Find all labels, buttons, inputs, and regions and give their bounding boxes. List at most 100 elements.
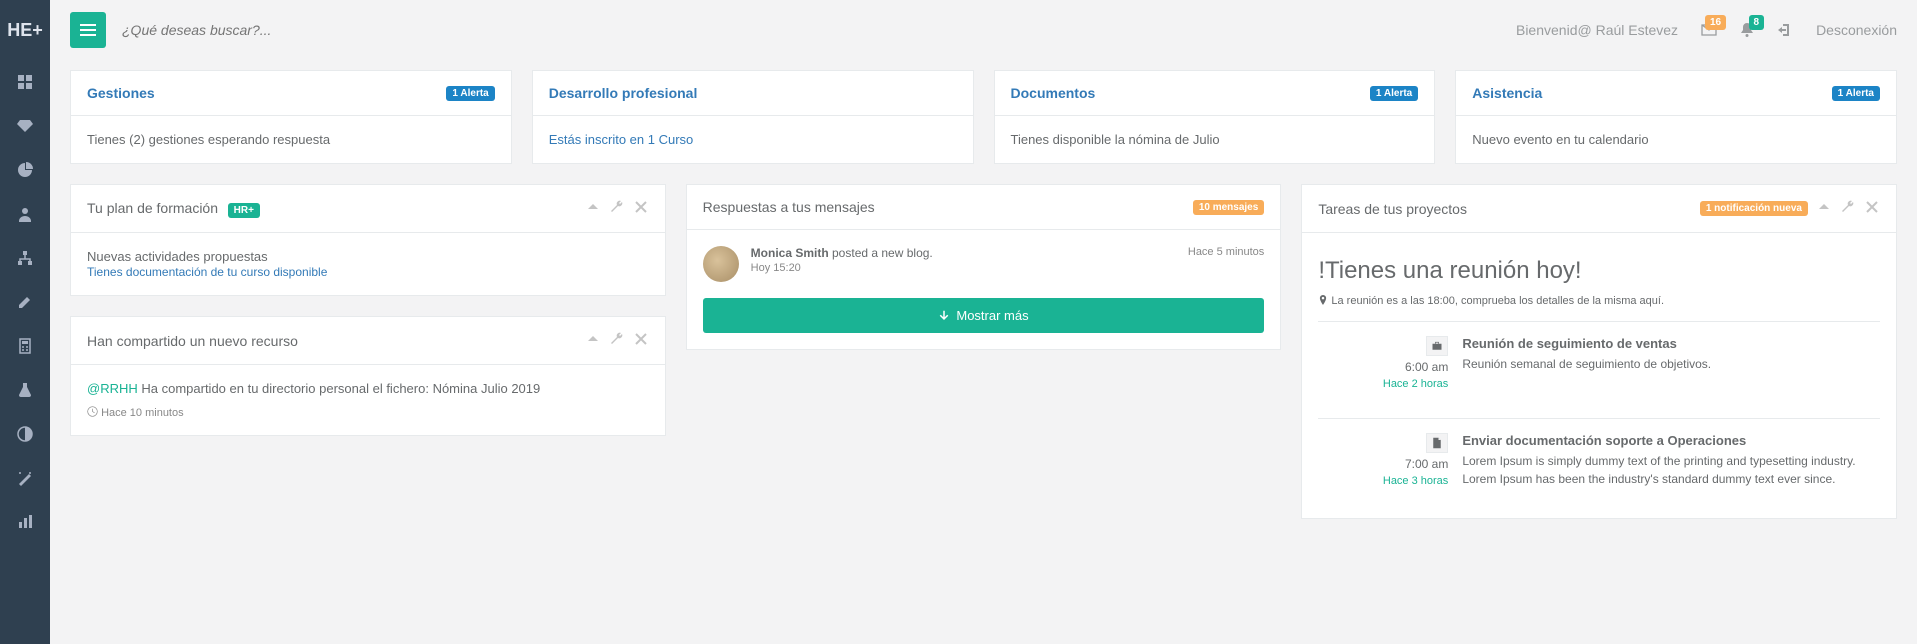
task-ago: Hace 2 horas <box>1383 378 1448 390</box>
avatar <box>703 246 739 282</box>
sidebar-item-theme[interactable] <box>0 412 50 456</box>
card-documentos-title[interactable]: Documentos <box>1011 85 1096 101</box>
sidebar-item-profile[interactable] <box>0 192 50 236</box>
wrench-icon <box>609 331 625 347</box>
close-icon <box>633 199 649 215</box>
panel-messages-title: Respuestas a tus mensajes <box>703 199 875 215</box>
card-gestiones-body: Tienes (2) gestiones esperando respuesta <box>71 116 511 163</box>
brand-logo: HE+ <box>0 0 50 60</box>
panel-settings-button[interactable] <box>609 331 625 350</box>
task-title: Enviar documentación soporte a Operacion… <box>1462 433 1880 448</box>
card-asistencia-body: Nuevo evento en tu calendario <box>1456 116 1896 163</box>
panel-collapse-button[interactable] <box>585 331 601 350</box>
sidebar-item-lab[interactable] <box>0 368 50 412</box>
message-author: Monica Smith <box>751 246 829 260</box>
close-icon <box>1864 199 1880 215</box>
signout-icon <box>1777 22 1793 38</box>
messages-badge: 16 <box>1705 15 1726 30</box>
tasks-hero-sub: La reunión es a las 18:00, comprueba los… <box>1331 295 1664 307</box>
panel-collapse-button[interactable] <box>1816 199 1832 218</box>
search-input[interactable] <box>122 22 522 38</box>
sidebar-item-dashboard[interactable] <box>0 60 50 104</box>
panel-tasks-badge: 1 notificación nueva <box>1700 201 1808 216</box>
messages-button[interactable]: 16 <box>1692 13 1726 47</box>
user-icon <box>17 206 33 222</box>
chevron-up-icon <box>585 331 601 347</box>
task-desc: Lorem Ipsum is simply dummy text of the … <box>1462 452 1880 488</box>
panel-share-title: Han compartido un nuevo recurso <box>87 333 298 349</box>
card-gestiones: Gestiones 1 Alerta Tienes (2) gestiones … <box>70 70 512 164</box>
diamond-icon <box>17 118 33 134</box>
card-desarrollo: Desarrollo profesional Estás inscrito en… <box>532 70 974 164</box>
task-item: 6:00 am Hace 2 horas Reunión de seguimie… <box>1318 321 1880 404</box>
arrow-down-icon <box>938 310 950 322</box>
map-marker-icon <box>1318 295 1328 305</box>
card-desarrollo-title[interactable]: Desarrollo profesional <box>549 85 698 101</box>
plan-line1: Nuevas actividades propuestas <box>87 249 649 264</box>
message-ago: Hace 5 minutos <box>1188 246 1264 282</box>
panel-settings-button[interactable] <box>609 199 625 218</box>
grid-icon <box>17 74 33 90</box>
welcome-text: Bienvenid@ Raúl Estevez <box>1516 22 1678 38</box>
task-title: Reunión de seguimiento de ventas <box>1462 336 1880 351</box>
sidebar-item-magic[interactable] <box>0 456 50 500</box>
notifications-badge: 8 <box>1749 15 1765 30</box>
show-more-button[interactable]: Mostrar más <box>703 298 1265 333</box>
logout-link[interactable]: Desconexión <box>1816 22 1897 38</box>
sidebar-item-edit[interactable] <box>0 280 50 324</box>
panel-plan-title: Tu plan de formación <box>87 200 218 216</box>
card-documentos-body: Tienes disponible la nómina de Julio <box>995 116 1435 163</box>
summary-cards: Gestiones 1 Alerta Tienes (2) gestiones … <box>70 70 1897 164</box>
panel-plan: Tu plan de formación HR+ Nuevas activida… <box>70 184 666 296</box>
sidebar-item-analytics[interactable] <box>0 500 50 544</box>
card-asistencia: Asistencia 1 Alerta Nuevo evento en tu c… <box>1455 70 1897 164</box>
card-documentos: Documentos 1 Alerta Tienes disponible la… <box>994 70 1436 164</box>
briefcase-icon <box>1426 336 1448 356</box>
share-mention[interactable]: @RRHH <box>87 381 138 396</box>
task-item: 7:00 am Hace 3 horas Enviar documentació… <box>1318 418 1880 502</box>
sidebar-item-premium[interactable] <box>0 104 50 148</box>
panel-tasks-title: Tareas de tus proyectos <box>1318 201 1467 217</box>
piechart-icon <box>17 162 33 178</box>
file-icon <box>1426 433 1448 453</box>
card-asistencia-title[interactable]: Asistencia <box>1472 85 1542 101</box>
logout-button[interactable] <box>1768 13 1802 47</box>
close-icon <box>633 331 649 347</box>
panel-messages-badge: 10 mensajes <box>1193 200 1265 215</box>
sidebar: HE+ <box>0 0 50 644</box>
panel-tasks: Tareas de tus proyectos 1 notificación n… <box>1301 184 1897 519</box>
card-gestiones-title[interactable]: Gestiones <box>87 85 155 101</box>
menu-toggle-button[interactable] <box>70 12 106 48</box>
main: Bienvenid@ Raúl Estevez 16 8 Desconexión <box>50 0 1917 644</box>
clock-icon <box>87 406 98 417</box>
card-desarrollo-body[interactable]: Estás inscrito en 1 Curso <box>549 132 694 147</box>
panel-close-button[interactable] <box>1864 199 1880 218</box>
sidebar-item-org[interactable] <box>0 236 50 280</box>
plan-line2-link[interactable]: Tienes documentación de tu curso disponi… <box>87 265 327 279</box>
panel-close-button[interactable] <box>633 199 649 218</box>
sidebar-item-calc[interactable] <box>0 324 50 368</box>
wand-icon <box>17 470 33 486</box>
sitemap-icon <box>17 250 33 266</box>
share-body: Ha compartido en tu directorio personal … <box>138 381 541 396</box>
task-hour: 7:00 am <box>1318 457 1448 471</box>
topbar: Bienvenid@ Raúl Estevez 16 8 Desconexión <box>50 0 1917 60</box>
message-sub: Hoy 15:20 <box>751 262 933 274</box>
panel-collapse-button[interactable] <box>585 199 601 218</box>
chevron-up-icon <box>1816 199 1832 215</box>
hamburger-icon <box>80 22 96 38</box>
notifications-button[interactable]: 8 <box>1730 13 1764 47</box>
share-time: Hace 10 minutos <box>101 407 184 419</box>
wrench-icon <box>1840 199 1856 215</box>
panel-plan-badge: HR+ <box>228 203 260 218</box>
card-asistencia-alert: 1 Alerta <box>1832 86 1880 101</box>
contrast-icon <box>17 426 33 442</box>
wrench-icon <box>609 199 625 215</box>
edit-icon <box>17 294 33 310</box>
panel-close-button[interactable] <box>633 331 649 350</box>
sidebar-item-reports[interactable] <box>0 148 50 192</box>
chevron-up-icon <box>585 199 601 215</box>
calculator-icon <box>17 338 33 354</box>
panel-settings-button[interactable] <box>1840 199 1856 218</box>
card-documentos-alert: 1 Alerta <box>1370 86 1418 101</box>
